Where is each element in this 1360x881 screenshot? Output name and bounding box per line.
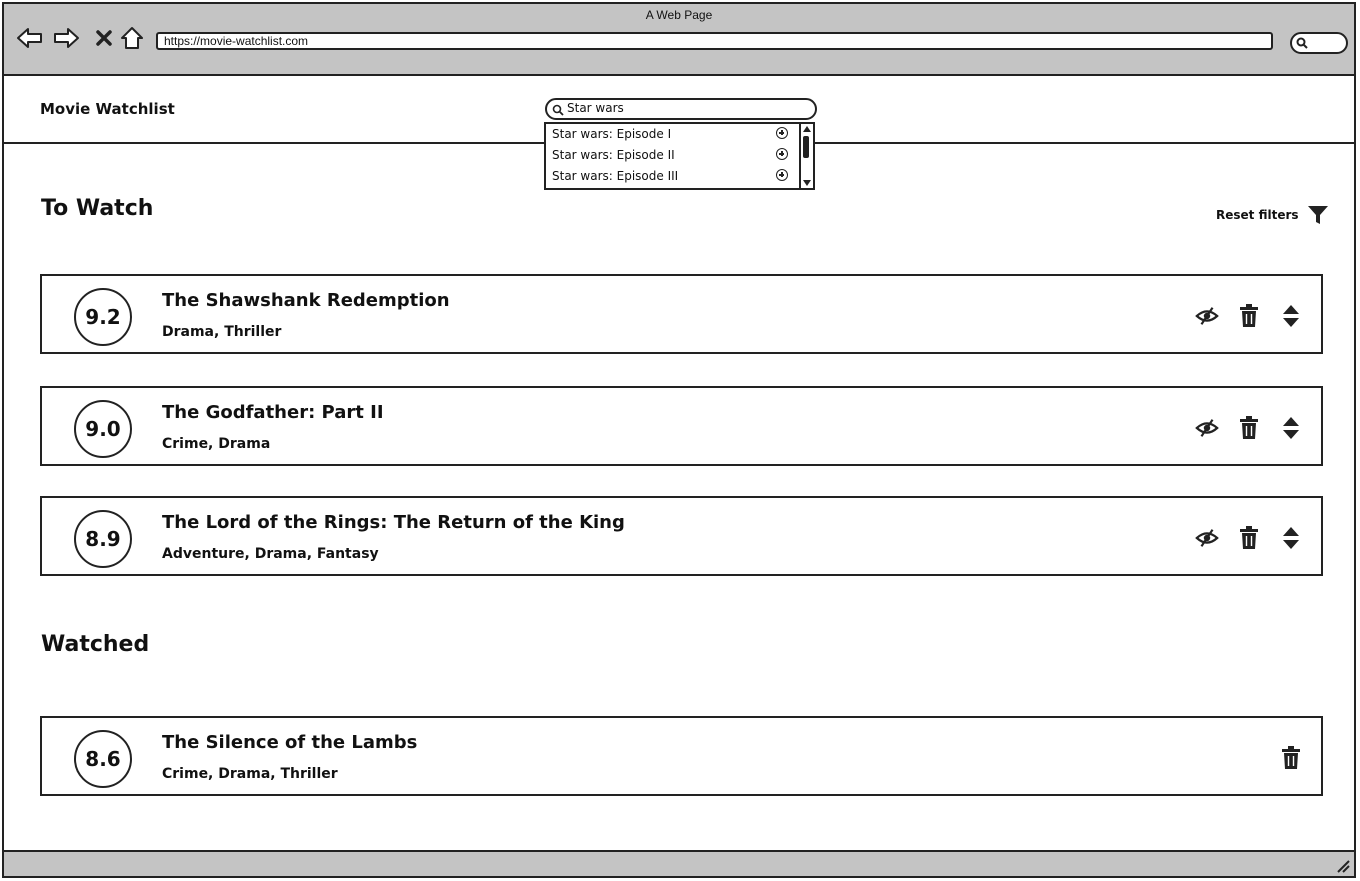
rating-badge: 9.0 — [74, 400, 132, 458]
brand-title: Movie Watchlist — [40, 100, 175, 118]
movie-card: 9.2 The Shawshank Redemption Drama, Thri… — [40, 274, 1323, 354]
rating-badge: 8.9 — [74, 510, 132, 568]
movie-genres: Drama, Thriller — [162, 324, 282, 340]
reorder-sort-icon[interactable] — [1279, 416, 1303, 440]
resize-grip-icon[interactable] — [1336, 859, 1350, 873]
rating-badge: 8.6 — [74, 730, 132, 788]
add-circle-icon[interactable] — [776, 148, 788, 160]
search-result-label: Star wars: Episode I — [552, 127, 672, 141]
add-circle-icon[interactable] — [776, 127, 788, 139]
trash-icon[interactable] — [1237, 416, 1261, 440]
search-icon — [552, 104, 564, 116]
movie-search-input[interactable]: Star wars — [545, 98, 817, 120]
search-result-label: Star wars: Episode II — [552, 148, 675, 162]
movie-title: The Lord of the Rings: The Return of the… — [162, 512, 625, 533]
to-watch-heading: To Watch — [41, 196, 154, 221]
browser-window: A Web Page https://movie-watchlist.com M… — [2, 2, 1356, 878]
browser-chrome: A Web Page https://movie-watchlist.com — [4, 4, 1354, 76]
reorder-sort-icon[interactable] — [1279, 526, 1303, 550]
search-result-item[interactable]: Star wars: Episode III — [552, 166, 788, 186]
reset-filters-button[interactable]: Reset filters — [1216, 204, 1329, 226]
trash-icon[interactable] — [1237, 526, 1261, 550]
movie-title: The Silence of the Lambs — [162, 732, 418, 753]
search-result-item[interactable]: Star wars: Episode I — [552, 124, 788, 144]
search-results-dropdown: Star wars: Episode I Star wars: Episode … — [544, 122, 815, 190]
reset-filters-label: Reset filters — [1216, 208, 1299, 222]
trash-icon[interactable] — [1279, 746, 1303, 770]
home-icon[interactable] — [118, 24, 146, 52]
movie-title: The Shawshank Redemption — [162, 290, 450, 311]
browser-search-field[interactable] — [1290, 32, 1348, 54]
mark-watched-eye-slash-icon[interactable] — [1195, 416, 1219, 440]
movie-title: The Godfather: Part II — [162, 402, 384, 423]
forward-arrow-icon[interactable] — [52, 24, 80, 52]
movie-card: 8.9 The Lord of the Rings: The Return of… — [40, 496, 1323, 576]
search-value: Star wars — [567, 101, 624, 115]
add-circle-icon[interactable] — [776, 169, 788, 181]
watched-heading: Watched — [41, 632, 150, 657]
address-bar[interactable]: https://movie-watchlist.com — [156, 32, 1273, 50]
back-arrow-icon[interactable] — [16, 24, 44, 52]
movie-genres: Adventure, Drama, Fantasy — [162, 546, 379, 562]
scroll-down-icon[interactable] — [803, 180, 811, 186]
scroll-up-icon[interactable] — [803, 126, 811, 132]
trash-icon[interactable] — [1237, 304, 1261, 328]
reorder-sort-icon[interactable] — [1279, 304, 1303, 328]
movie-genres: Crime, Drama, Thriller — [162, 766, 338, 782]
movie-card: 9.0 The Godfather: Part II Crime, Drama — [40, 386, 1323, 466]
filter-icon — [1307, 206, 1328, 224]
search-icon — [1296, 37, 1308, 49]
status-bar — [4, 850, 1354, 876]
scroll-thumb[interactable] — [803, 136, 809, 158]
dropdown-scrollbar[interactable] — [799, 124, 813, 188]
movie-card: 8.6 The Silence of the Lambs Crime, Dram… — [40, 716, 1323, 796]
rating-badge: 9.2 — [74, 288, 132, 346]
mark-watched-eye-slash-icon[interactable] — [1195, 304, 1219, 328]
close-icon[interactable] — [90, 24, 118, 52]
mark-watched-eye-slash-icon[interactable] — [1195, 526, 1219, 550]
search-result-label: Star wars: Episode III — [552, 169, 679, 183]
window-title: A Web Page — [645, 8, 713, 22]
movie-genres: Crime, Drama — [162, 436, 271, 452]
search-result-item[interactable]: Star wars: Episode II — [552, 145, 788, 165]
